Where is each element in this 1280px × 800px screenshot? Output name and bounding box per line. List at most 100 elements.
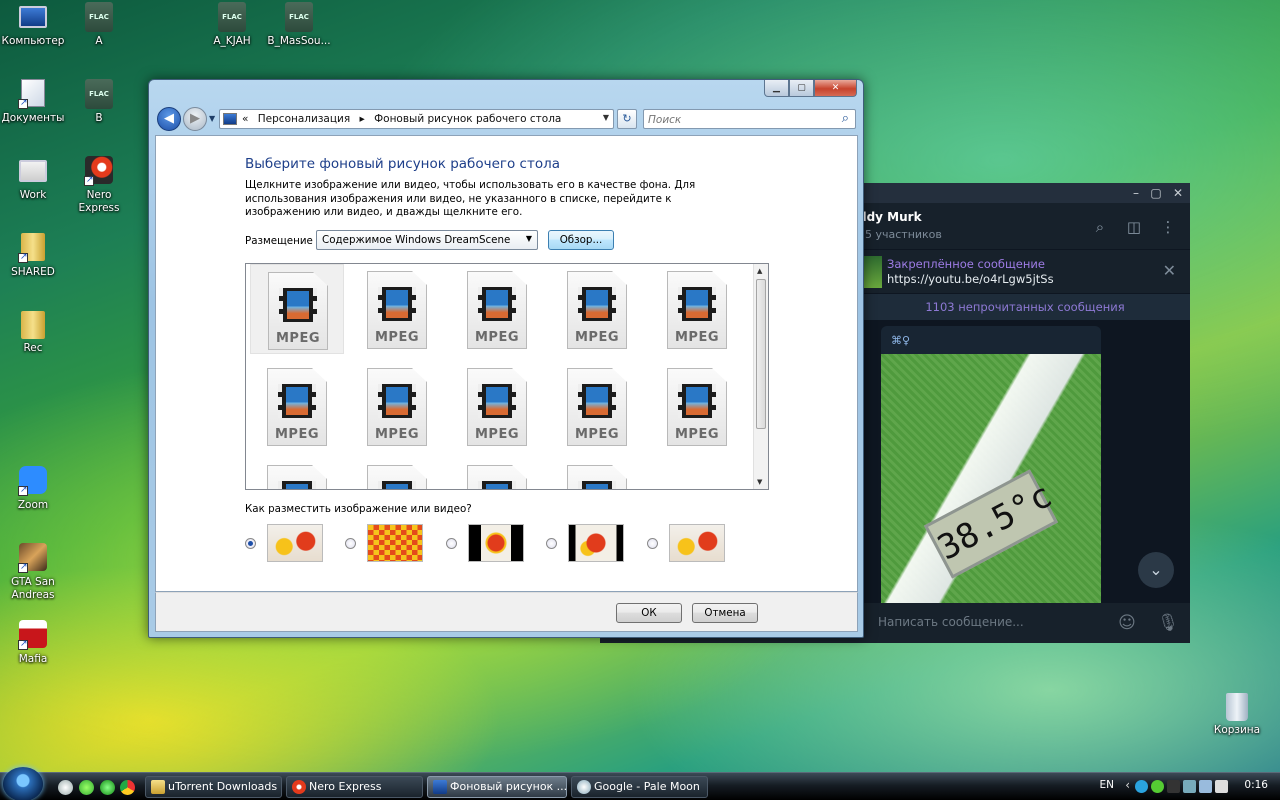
wallpaper-grid[interactable]: MPEG MPEG MPEG MPEG MPEG MPEG MPEG MPEG …	[245, 263, 769, 490]
clock[interactable]: 0:16	[1244, 779, 1268, 791]
position-option-fill[interactable]	[245, 524, 335, 564]
microphone-icon[interactable]: 🎙	[1157, 612, 1179, 634]
breadcrumb-separator[interactable]: ▸	[359, 113, 364, 125]
desktop-icon-flac-b-massou[interactable]: FLAC B_MasSou...	[266, 2, 332, 48]
desktop-icon-label: Rec	[23, 342, 43, 354]
placement-select[interactable]: Содержимое Windows DreamScene ▼	[316, 230, 538, 250]
desktop-icon-documents[interactable]: Документы	[0, 79, 66, 125]
address-bar[interactable]: « Персонализация ▸ Фоновый рисунок рабоч…	[219, 109, 614, 129]
show-hidden-icons-icon[interactable]: ‹	[1125, 778, 1130, 792]
ok-button[interactable]: ОК	[616, 603, 682, 623]
cancel-button[interactable]: Отмена	[692, 603, 758, 623]
photo-message[interactable]: ⌘♀ 38.5°c	[881, 326, 1101, 606]
message-input[interactable]: Написать сообщение...	[878, 615, 1024, 629]
wallpaper-tile[interactable]: MPEG	[450, 264, 544, 354]
breadcrumb-overflow[interactable]: «	[242, 113, 248, 125]
recent-pages-dropdown-icon[interactable]: ▼	[209, 114, 215, 123]
search-input[interactable]	[648, 112, 828, 127]
browse-button[interactable]: Обзор...	[548, 230, 614, 250]
folder-icon	[18, 233, 48, 264]
position-option-tile[interactable]	[345, 524, 435, 564]
scroll-down-icon[interactable]: ▼	[757, 478, 762, 486]
position-radio[interactable]	[546, 538, 557, 549]
close-icon[interactable]: ✕	[1168, 185, 1188, 201]
utorrent-quicklaunch-icon[interactable]	[79, 780, 94, 795]
thermometer-photo[interactable]: 38.5°c	[881, 354, 1101, 606]
desktop-icon-gta-san-andreas[interactable]: GTA San Andreas	[0, 543, 66, 602]
task-label: Google - Pale Moon	[594, 780, 700, 793]
position-option-fit[interactable]	[546, 524, 636, 564]
desktop-background-window[interactable]: ▁ ▢ ✕ ◀ ▶ ▼ « Персонализация ▸ Фоновый р…	[148, 79, 864, 638]
wallpaper-tile[interactable]: MPEG	[650, 361, 744, 451]
task-desktop-background[interactable]: Фоновый рисунок ...	[427, 776, 567, 798]
task-pale-moon[interactable]: Google - Pale Moon	[571, 776, 708, 798]
position-option-stretch[interactable]	[647, 524, 737, 564]
search-box[interactable]: ⌕	[643, 109, 856, 129]
desktop-icon-flac-b[interactable]: FLAC B	[66, 79, 132, 125]
network-tray-icon[interactable]	[1183, 780, 1196, 793]
nvidia-quicklaunch-icon[interactable]	[100, 780, 115, 795]
wallpaper-tile[interactable]: MPEG	[250, 361, 344, 451]
forward-button[interactable]: ▶	[183, 107, 207, 131]
show-desktop-icon[interactable]	[58, 780, 73, 795]
grid-scrollbar[interactable]: ▲ ▼	[753, 264, 768, 489]
app-tray-icon[interactable]	[1167, 780, 1180, 793]
utorrent-tray-icon[interactable]	[1151, 780, 1164, 793]
maximize-button[interactable]: ▢	[789, 80, 814, 97]
position-radio[interactable]	[345, 538, 356, 549]
scroll-up-icon[interactable]: ▲	[757, 267, 762, 275]
scroll-down-button[interactable]: ⌄	[1138, 552, 1174, 588]
pinned-link[interactable]: https://youtu.be/o4rLgw5jtSs	[887, 272, 1054, 286]
wallpaper-tile[interactable]: MPEG	[550, 264, 644, 354]
wallpaper-tile[interactable]: MPEG	[550, 361, 644, 451]
task-nero-express[interactable]: Nero Express	[286, 776, 423, 798]
minimize-icon[interactable]: –	[1126, 185, 1146, 201]
wallpaper-tile[interactable]: MPEG	[350, 361, 444, 451]
wallpaper-tile[interactable]: MPEG	[250, 264, 344, 354]
desktop-icon-computer[interactable]: Компьютер	[0, 2, 66, 48]
desktop-icon-nero-express[interactable]: Nero Express	[66, 156, 132, 215]
emoji-icon[interactable]: ☺	[1116, 612, 1138, 634]
desktop-icon-recycle-bin[interactable]: Корзина	[1204, 693, 1270, 737]
language-indicator[interactable]: EN	[1100, 779, 1115, 791]
position-radio[interactable]	[245, 538, 256, 549]
wallpaper-tile[interactable]: MPEG	[450, 361, 544, 451]
task-utorrent-downloads[interactable]: uTorrent Downloads	[145, 776, 282, 798]
desktop-icon-work[interactable]: Work	[0, 156, 66, 202]
desktop-icon-rec[interactable]: Rec	[0, 311, 66, 355]
wallpaper-tile[interactable]: MPEG	[350, 264, 444, 354]
position-option-center[interactable]	[446, 524, 536, 564]
position-radio[interactable]	[647, 538, 658, 549]
telegram-tray-icon[interactable]	[1135, 780, 1148, 793]
search-icon[interactable]: ⌕	[842, 111, 849, 126]
wallpaper-tile[interactable]	[350, 458, 444, 489]
maximize-icon[interactable]: ▢	[1146, 185, 1166, 201]
desktop-icon-zoom[interactable]: Zoom	[0, 466, 66, 512]
back-button[interactable]: ◀	[157, 107, 181, 131]
wallpaper-tile[interactable]	[250, 458, 344, 489]
chrome-quicklaunch-icon[interactable]	[120, 780, 135, 795]
volume-tray-icon[interactable]	[1215, 780, 1228, 793]
display-tray-icon[interactable]	[1199, 780, 1212, 793]
wallpaper-tile[interactable]	[450, 458, 544, 489]
close-button[interactable]: ✕	[814, 80, 857, 97]
breadcrumb-personalization[interactable]: Персонализация	[258, 113, 350, 125]
mpeg-file-icon: MPEG	[567, 271, 627, 349]
desktop-icon-flac-a[interactable]: FLAC A	[66, 2, 132, 48]
scrollbar-thumb[interactable]	[756, 279, 766, 429]
breadcrumb-desktop-background[interactable]: Фоновый рисунок рабочего стола	[374, 113, 561, 125]
minimize-button[interactable]: ▁	[764, 80, 789, 97]
chevron-down-icon[interactable]: ▼	[603, 113, 609, 122]
wallpaper-tile[interactable]: MPEG	[650, 264, 744, 354]
close-pinned-icon[interactable]: ✕	[1163, 261, 1176, 280]
search-icon[interactable]: ⌕	[1090, 217, 1110, 237]
desktop-icon-mafia[interactable]: Mafia	[0, 620, 66, 666]
sidebar-toggle-icon[interactable]: ◫	[1124, 217, 1144, 237]
wallpaper-tile[interactable]	[550, 458, 644, 489]
position-radio[interactable]	[446, 538, 457, 549]
desktop-icon-shared[interactable]: SHARED	[0, 233, 66, 279]
more-options-icon[interactable]: ⋮	[1158, 217, 1178, 237]
refresh-button[interactable]: ↻	[617, 109, 637, 129]
start-button[interactable]	[3, 767, 43, 800]
desktop-icon-flac-a-kjah[interactable]: FLAC A_KJAH	[199, 2, 265, 48]
